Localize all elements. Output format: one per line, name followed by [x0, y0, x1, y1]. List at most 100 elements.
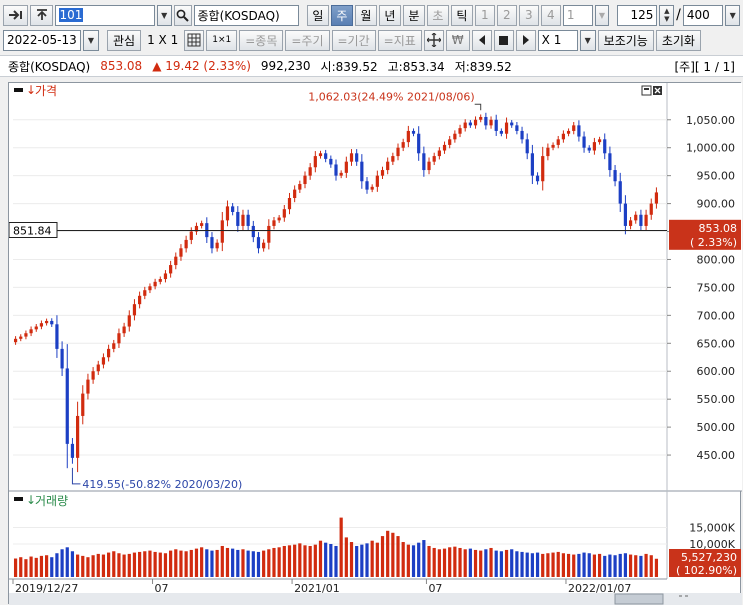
volume-bar: [256, 551, 261, 577]
candle-body: [138, 295, 142, 305]
candle-body: [29, 329, 33, 334]
volume-bar: [34, 557, 38, 577]
volume-bar: [375, 542, 379, 577]
candle-body: [634, 214, 638, 221]
candle-body: [499, 130, 503, 134]
price-tick-label: 500.00: [697, 421, 736, 434]
candlestick-chart: ↓ 가격 1,050.001,000.00950.00900.00850.008…: [8, 83, 742, 605]
volume-bar: [303, 545, 307, 577]
volume-bar: [86, 557, 90, 577]
crosshair-button[interactable]: [423, 29, 444, 51]
upload-button[interactable]: [29, 4, 53, 26]
period-minute[interactable]: 분: [402, 4, 425, 26]
candle-body: [654, 192, 659, 204]
candle-body: [442, 144, 447, 151]
stock-button[interactable]: =종목: [239, 29, 284, 51]
link-arrow-icon: [9, 10, 22, 20]
interval-3[interactable]: 3: [518, 4, 539, 26]
interval-4[interactable]: 4: [540, 4, 561, 26]
volume-bar: [401, 542, 405, 577]
candle-body: [448, 139, 452, 145]
volume-bar: [96, 553, 100, 577]
volume-bar: [628, 554, 633, 577]
layout-1x1-button[interactable]: 1×1: [206, 29, 238, 51]
volume-bar: [520, 551, 524, 577]
chart-area[interactable]: ↓ 가격 1,050.001,000.00950.00900.00850.008…: [8, 82, 742, 605]
candle-body: [406, 130, 410, 143]
volume-bar: [163, 553, 168, 577]
reset-button[interactable]: 초기화: [655, 29, 701, 51]
next-button[interactable]: [515, 29, 536, 51]
date-dropdown[interactable]: ▼: [83, 29, 99, 51]
maximize-icon[interactable]: [641, 85, 652, 96]
volume-bar: [153, 551, 157, 577]
interval-input[interactable]: 1: [562, 4, 593, 26]
volume-bar: [339, 517, 343, 577]
candle-body: [582, 136, 586, 148]
volume-bar: [406, 544, 410, 577]
candle-body: [592, 142, 597, 151]
volume-bar: [272, 547, 276, 577]
volume-bar: [24, 559, 28, 577]
cycle-button[interactable]: =주기: [285, 29, 330, 51]
period-day[interactable]: 일: [306, 4, 329, 26]
volume-bar: [267, 549, 271, 577]
volume-bar: [515, 551, 519, 577]
candle-body: [101, 357, 106, 365]
volume-bar: [127, 553, 131, 577]
indicator-button[interactable]: =지표: [377, 29, 422, 51]
total-field: 400: [682, 4, 724, 26]
search-button[interactable]: [173, 4, 192, 26]
period-second[interactable]: 초: [426, 4, 449, 26]
stop-icon: [499, 35, 509, 45]
zoom-dropdown[interactable]: ▼: [579, 29, 596, 51]
price-panel-title: 가격: [35, 84, 57, 98]
volume-bar: [318, 540, 323, 577]
zoom-input[interactable]: X 1: [537, 29, 578, 51]
volume-bar: [44, 555, 49, 577]
period-tick[interactable]: 틱: [450, 4, 473, 26]
volume-bar: [623, 553, 628, 577]
candle-body: [272, 220, 276, 226]
code-dropdown[interactable]: ▼: [156, 4, 172, 26]
period-month[interactable]: 월: [354, 4, 377, 26]
volume-bars: [13, 517, 659, 577]
candle-body: [298, 184, 302, 190]
range-button[interactable]: =기간: [331, 29, 376, 51]
volume-bar: [587, 553, 591, 577]
candle-body: [561, 133, 565, 140]
grid-button[interactable]: [184, 29, 205, 51]
volume-bar: [386, 530, 390, 577]
period-year[interactable]: 년: [378, 4, 401, 26]
code-input[interactable]: 101: [54, 4, 155, 26]
period-week[interactable]: 주: [330, 4, 353, 26]
total-dropdown[interactable]: ▼: [725, 4, 741, 26]
candle-body: [277, 217, 281, 221]
prev-button[interactable]: [471, 29, 492, 51]
interval-1[interactable]: 1: [474, 4, 495, 26]
interval-dropdown[interactable]: ▼: [594, 4, 610, 26]
volume-bar: [572, 554, 576, 577]
volume-bar: [479, 550, 483, 577]
candle-body: [246, 214, 250, 226]
candle-body: [355, 153, 359, 162]
price-tick-label: 550.00: [697, 393, 736, 406]
volume-tick-label: 15,000K: [689, 522, 735, 535]
count-spinner[interactable]: ▲ ▼: [659, 4, 675, 26]
watch-button[interactable]: 관심: [107, 29, 142, 51]
date-input[interactable]: 2022-05-13: [3, 29, 81, 51]
volume-bar: [360, 544, 364, 577]
candle-body: [422, 153, 426, 171]
stop-button[interactable]: [493, 29, 514, 51]
candle-body: [148, 286, 152, 291]
count-input[interactable]: 125: [616, 4, 658, 26]
volume-bar: [432, 547, 436, 577]
scrollbar-thumb[interactable]: [614, 593, 664, 605]
candle-body: [623, 203, 628, 226]
price-tick-label: 900.00: [697, 198, 736, 211]
interval-2[interactable]: 2: [496, 4, 517, 26]
currency-button[interactable]: ₩: [445, 29, 470, 51]
link-button[interactable]: [3, 4, 28, 26]
quote-low: 저:839.52: [454, 59, 512, 74]
aux-button[interactable]: 보조기능: [597, 29, 654, 51]
